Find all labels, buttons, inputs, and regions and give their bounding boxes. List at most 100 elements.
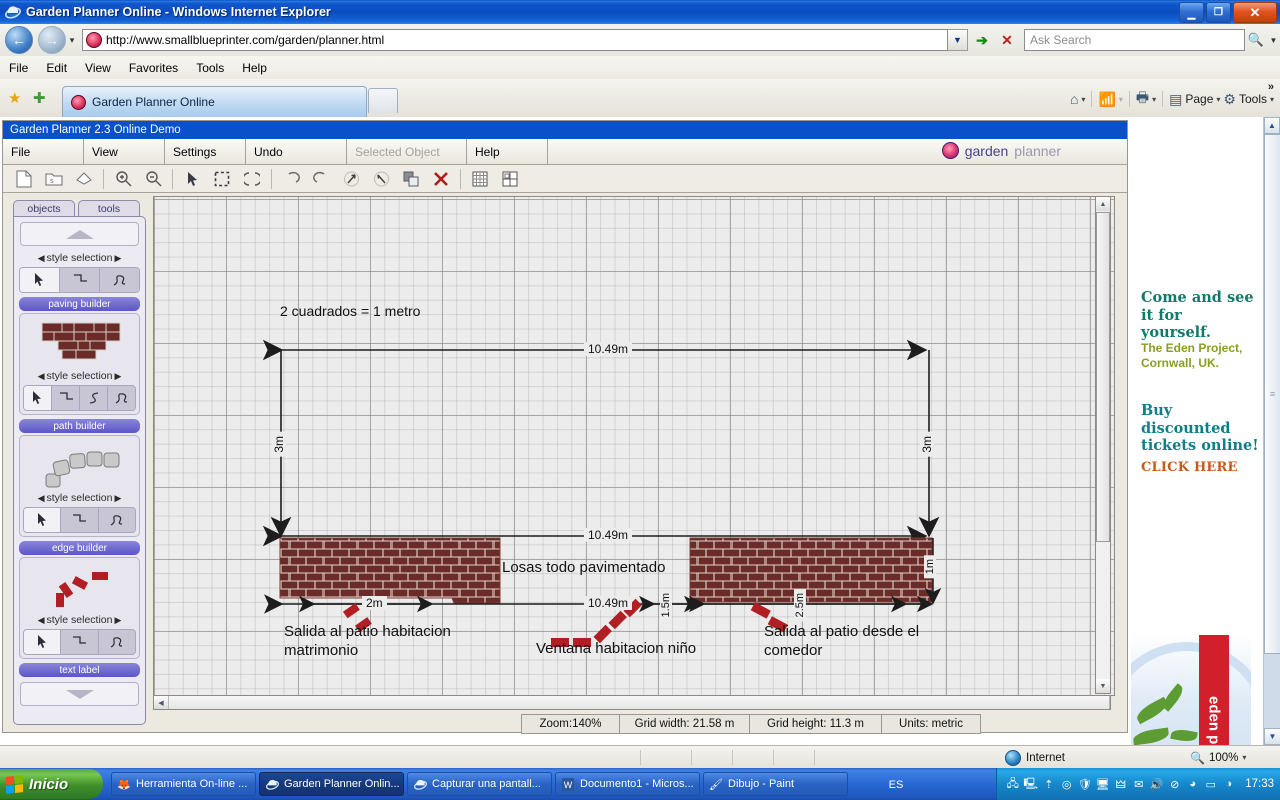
advertisement-panel[interactable]: Come and see it for yourself. The Eden P…	[1131, 234, 1263, 745]
url-input[interactable]: http://www.smallblueprinter.com/garden/p…	[82, 29, 948, 51]
freehand-icon[interactable]	[98, 630, 135, 654]
security-shield-icon[interactable]: 🛡	[1077, 777, 1092, 792]
network-error-icon[interactable]: 🖳	[1023, 777, 1038, 792]
gear-icon[interactable]: ⚙	[1223, 91, 1236, 108]
style-selection-edge[interactable]: ◀ style selection ▶	[23, 613, 136, 627]
undo-arrow-icon[interactable]	[276, 167, 306, 191]
grid-snap-icon[interactable]	[495, 167, 525, 191]
page-scroll-thumb[interactable]: ≡	[1264, 134, 1280, 654]
go-button[interactable]: ➔	[971, 29, 993, 51]
minimize-button[interactable]: ▁	[1179, 2, 1204, 23]
network-disconnected-icon[interactable]: 🖧	[1005, 777, 1020, 792]
app-menu-help[interactable]: Help	[467, 139, 548, 164]
taskbar-item-screenshot[interactable]: Capturar una pantall...	[407, 772, 552, 796]
security-zone[interactable]: Internet	[1005, 749, 1065, 766]
search-input[interactable]: Ask Search	[1024, 29, 1245, 51]
ad-image[interactable]: eden project	[1131, 634, 1251, 745]
taskbar-item-garden-planner[interactable]: Garden Planner Onlin...	[259, 772, 404, 796]
home-icon[interactable]: ⌂	[1070, 91, 1078, 107]
command-overflow-icon[interactable]: »	[1268, 81, 1274, 93]
grid-icon[interactable]	[465, 167, 495, 191]
print-dropdown-icon[interactable]: ▾	[1152, 95, 1156, 104]
pointer-icon[interactable]	[24, 508, 62, 532]
path-preview[interactable]	[23, 439, 136, 491]
history-dropdown-icon[interactable]: ▾	[66, 35, 78, 46]
paving-preview[interactable]	[23, 317, 136, 369]
app-menu-view[interactable]: View	[84, 139, 165, 164]
menu-view[interactable]: View	[76, 61, 120, 75]
chevron-right-icon[interactable]: ▶	[114, 253, 121, 264]
page-menu-label[interactable]: Page	[1185, 92, 1213, 106]
pointer-icon[interactable]	[24, 630, 62, 654]
style-selection-paving[interactable]: ◀ style selection ▶	[23, 369, 136, 383]
freehand-icon[interactable]	[108, 386, 135, 410]
curve-icon[interactable]	[80, 386, 108, 410]
menu-favorites[interactable]: Favorites	[120, 61, 187, 75]
corner-icon[interactable]	[61, 508, 99, 532]
browser-zoom-control[interactable]: 🔍 100% ▾	[1190, 751, 1246, 765]
save-icon[interactable]	[69, 167, 99, 191]
canvas-horizontal-scrollbar[interactable]: ◀	[153, 695, 1111, 710]
scroll-up-icon[interactable]: ▲	[1096, 197, 1110, 211]
freehand-icon[interactable]	[98, 508, 135, 532]
canvas-vertical-scrollbar[interactable]: ▲ ▼	[1095, 196, 1111, 694]
edge-preview[interactable]	[23, 561, 136, 613]
zoom-dropdown-icon[interactable]: ▾	[1242, 753, 1246, 762]
open-folder-icon[interactable]: s	[39, 167, 69, 191]
rotate-icon[interactable]	[237, 167, 267, 191]
blocked-icon[interactable]: ⊘	[1167, 777, 1182, 792]
monitor-icon[interactable]: 🖥	[1095, 777, 1110, 792]
zoom-in-icon[interactable]	[108, 167, 138, 191]
scroll-down-icon[interactable]: ▼	[1096, 679, 1110, 693]
corner-icon[interactable]	[52, 386, 80, 410]
app-menu-file[interactable]: File	[3, 139, 84, 164]
add-favorite-icon[interactable]: ✚	[33, 89, 46, 107]
corner-icon[interactable]	[61, 630, 99, 654]
pointer-icon[interactable]	[177, 167, 207, 191]
pointer-icon[interactable]	[24, 386, 52, 410]
display-icon[interactable]: ▭	[1203, 777, 1218, 792]
chevron-left-icon[interactable]: ◀	[38, 493, 45, 504]
redo-arrow-icon[interactable]	[306, 167, 336, 191]
flip-up-icon[interactable]	[336, 167, 366, 191]
page-menu-icon[interactable]: ▤	[1169, 91, 1182, 108]
chevron-right-icon[interactable]: ▶	[114, 371, 121, 382]
ad-banner[interactable]: eden project	[1199, 635, 1229, 745]
palette-scroll-up-button[interactable]	[20, 222, 139, 246]
chevron-right-icon[interactable]: ▶	[114, 493, 121, 504]
page-scroll-up-icon[interactable]: ▲	[1264, 117, 1280, 134]
search-provider-dropdown-icon[interactable]: ▼	[1267, 29, 1280, 51]
chevron-left-icon[interactable]: ◀	[38, 371, 45, 382]
menu-help[interactable]: Help	[233, 61, 276, 75]
taskbar-item-firefox[interactable]: 🦊 Herramienta On-line ...	[111, 772, 256, 796]
update-icon[interactable]: ◎	[1059, 777, 1074, 792]
page-scroll-down-icon[interactable]: ▼	[1264, 728, 1280, 745]
taskbar-item-paint[interactable]: 🖌 Dibujo - Paint	[703, 772, 848, 796]
language-indicator[interactable]: ES	[882, 776, 910, 793]
taskbar-item-word[interactable]: W Documento1 - Micros...	[555, 772, 700, 796]
browser-tab[interactable]: Garden Planner Online	[62, 86, 367, 117]
forward-button[interactable]: →	[38, 26, 66, 54]
back-button[interactable]: ←	[5, 26, 33, 54]
tools-menu-label[interactable]: Tools	[1239, 92, 1267, 106]
antivirus-icon[interactable]: 🜲	[1113, 777, 1128, 792]
favorites-star-icon[interactable]: ★	[8, 89, 21, 107]
horizontal-scroll-thumb[interactable]	[168, 696, 1110, 709]
freehand-icon[interactable]	[100, 268, 139, 292]
new-tab-button[interactable]	[368, 88, 398, 113]
new-document-icon[interactable]	[9, 167, 39, 191]
scroll-left-icon[interactable]: ◀	[154, 696, 168, 709]
chevron-right-icon[interactable]: ▶	[114, 615, 121, 626]
app-menu-settings[interactable]: Settings	[165, 139, 246, 164]
media-icon[interactable]: ◑	[1221, 777, 1236, 792]
maximize-button[interactable]: ❐	[1206, 2, 1231, 23]
style-selection-top[interactable]: ◀ style selection ▶	[19, 251, 140, 265]
start-button[interactable]: Inicio	[0, 769, 103, 799]
taskbar-clock[interactable]: 17:33	[1245, 778, 1274, 790]
corner-icon[interactable]	[60, 268, 100, 292]
menu-edit[interactable]: Edit	[37, 61, 76, 75]
ad-cta-link[interactable]: CLICK HERE	[1141, 460, 1238, 475]
usb-icon[interactable]: ⇡	[1041, 777, 1056, 792]
bring-to-front-icon[interactable]	[396, 167, 426, 191]
close-button[interactable]: ✕	[1233, 2, 1277, 23]
